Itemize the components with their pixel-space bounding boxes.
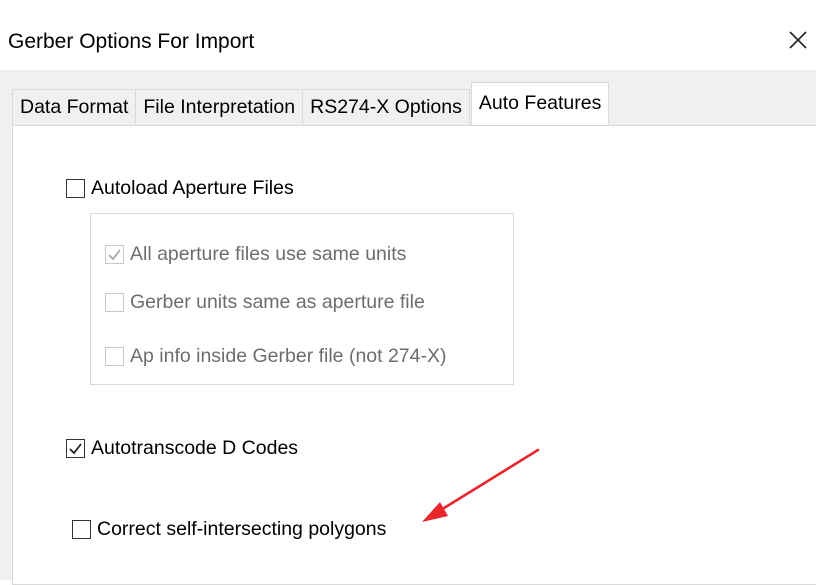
autotranscode-label: Autotranscode D Codes	[91, 437, 299, 459]
same-units-checkbox[interactable]	[105, 245, 124, 264]
autotranscode-checkbox[interactable]	[66, 439, 85, 458]
close-icon[interactable]	[786, 28, 810, 52]
tab-auto-features[interactable]: Auto Features	[470, 82, 610, 125]
autotranscode-checkbox-row[interactable]: Autotranscode D Codes	[66, 437, 298, 460]
tab-strip: Data Format File Interpretation RS274-X …	[12, 82, 610, 125]
checkmark-icon	[69, 443, 82, 455]
correct-polygons-checkbox[interactable]	[72, 520, 91, 539]
autoload-aperture-label: Autoload Aperture Files	[91, 177, 294, 199]
checkmark-icon	[108, 249, 121, 261]
autoload-aperture-checkbox-row[interactable]: Autoload Aperture Files	[66, 177, 294, 200]
close-button[interactable]	[786, 28, 810, 52]
gerber-units-checkbox[interactable]	[105, 293, 124, 312]
ap-info-label: Ap info inside Gerber file (not 274-X)	[130, 345, 447, 367]
same-units-checkbox-row[interactable]: All aperture files use same units	[105, 243, 406, 266]
gerber-units-checkbox-row[interactable]: Gerber units same as aperture file	[105, 291, 425, 314]
correct-polygons-label: Correct self-intersecting polygons	[97, 518, 387, 540]
gerber-units-label: Gerber units same as aperture file	[130, 291, 425, 313]
ap-info-checkbox-row[interactable]: Ap info inside Gerber file (not 274-X)	[105, 345, 447, 368]
tab-data-format[interactable]: Data Format	[12, 89, 137, 125]
tab-file-interpretation[interactable]: File Interpretation	[135, 89, 304, 125]
autoload-aperture-checkbox[interactable]	[66, 179, 85, 198]
same-units-label: All aperture files use same units	[130, 243, 407, 265]
tab-rs274x-options[interactable]: RS274-X Options	[302, 89, 470, 125]
ap-info-checkbox[interactable]	[105, 347, 124, 366]
correct-polygons-checkbox-row[interactable]: Correct self-intersecting polygons	[72, 518, 386, 541]
dialog-title: Gerber Options For Import	[8, 30, 255, 53]
red-arrow-icon	[422, 448, 540, 522]
